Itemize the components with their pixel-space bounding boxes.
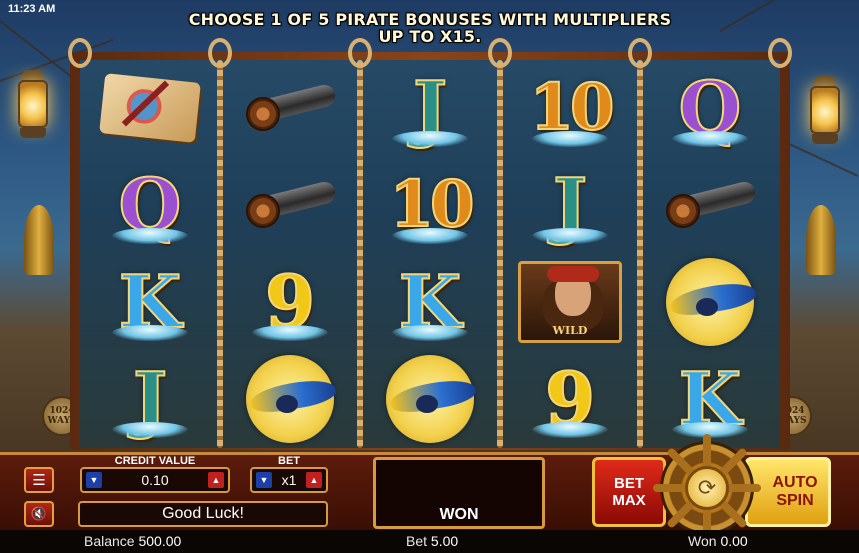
win-display: WON	[373, 457, 545, 529]
wave-splash	[252, 325, 328, 341]
spin-button[interactable]: ⟳	[653, 434, 761, 542]
symbol-k: K	[88, 257, 212, 347]
symbol-k: K	[648, 354, 772, 444]
rope-divider	[637, 60, 643, 448]
spin-arrows-icon: ⟳	[685, 466, 729, 510]
wild-pirate-symbol: WILD	[508, 257, 632, 347]
bet-multiplier-value: x1	[281, 472, 297, 488]
bet-max-button[interactable]: BET MAX	[592, 457, 666, 527]
rope-divider	[497, 60, 503, 448]
rope-divider	[217, 60, 223, 448]
game-stage: 11:23 AM CHOOSE 1 OF 5 PIRATE BONUSES WI…	[0, 0, 859, 553]
balance-readout: Balance 500.00	[84, 533, 181, 549]
reel-grid: Q K J 9 J 10 K 10 J WILD 9 Q K	[68, 38, 792, 448]
rope-knot	[628, 38, 652, 68]
wave-splash	[532, 422, 608, 438]
symbol-10: 10	[368, 160, 492, 250]
credit-value-label: CREDIT VALUE	[114, 455, 196, 467]
bet-readout: Bet 5.00	[406, 533, 458, 549]
wave-splash	[672, 131, 748, 147]
treasure-map-symbol	[88, 63, 212, 153]
won-readout: Won 0.00	[688, 533, 748, 549]
parrot-symbol	[368, 354, 492, 444]
rope-knot	[768, 38, 792, 68]
multiplier-increase-button[interactable]: ▲	[306, 472, 322, 488]
wave-splash	[112, 228, 188, 244]
lantern-left	[16, 70, 50, 140]
rope-knot	[488, 38, 512, 68]
symbol-q: Q	[88, 160, 212, 250]
credit-value: 0.10	[141, 472, 169, 488]
rigging-rope	[719, 0, 851, 32]
bet-multiplier-control: ▼ x1 ▲	[250, 467, 328, 493]
hamburger-icon: ☰	[32, 472, 46, 489]
control-bar: ☰ 🔇 CREDIT VALUE ▼ 0.10 ▲ BET MULTIPLIER…	[0, 434, 859, 542]
menu-button[interactable]: ☰	[24, 467, 54, 493]
wave-splash	[532, 228, 608, 244]
wave-splash	[112, 422, 188, 438]
symbol-j: J	[508, 160, 632, 250]
message-display: Good Luck!	[78, 501, 328, 527]
deck-post-left	[24, 205, 54, 275]
cannon-symbol	[228, 160, 352, 250]
win-label: WON	[439, 506, 479, 523]
auto-spin-button[interactable]: AUTO SPIN	[745, 457, 831, 527]
auto-spin-label: AUTO SPIN	[772, 474, 818, 509]
cannon-symbol	[228, 63, 352, 153]
balance-value: 500.00	[138, 533, 182, 549]
speaker-mute-icon: 🔇	[30, 506, 48, 521]
headline-line-1: CHOOSE 1 OF 5 PIRATE BONUSES WITH MULTIP…	[188, 10, 672, 29]
rope-divider	[357, 60, 363, 448]
rope-knot	[348, 38, 372, 68]
rope-knot	[208, 38, 232, 68]
rope-knot	[68, 38, 92, 68]
symbol-k: K	[368, 257, 492, 347]
wave-splash	[392, 131, 468, 147]
multiplier-decrease-button[interactable]: ▼	[256, 472, 272, 488]
deck-post-right	[806, 205, 836, 275]
parrot-symbol	[648, 257, 772, 347]
cannon-symbol	[648, 160, 772, 250]
credit-increase-button[interactable]: ▲	[208, 472, 224, 488]
won-label: Won	[688, 533, 717, 549]
symbol-9: 9	[508, 354, 632, 444]
symbol-j: J	[88, 354, 212, 444]
sound-toggle-button[interactable]: 🔇	[24, 501, 54, 527]
symbol-q: Q	[648, 63, 772, 153]
symbol-9: 9	[228, 257, 352, 347]
wild-label: WILD	[552, 324, 588, 337]
wave-splash	[392, 325, 468, 341]
wave-splash	[112, 325, 188, 341]
parrot-symbol	[228, 354, 352, 444]
lantern-right	[808, 76, 842, 146]
symbol-j: J	[368, 63, 492, 153]
bet-value: 5.00	[430, 533, 459, 549]
wave-splash	[532, 131, 608, 147]
won-value: 0.00	[720, 533, 748, 549]
symbol-10: 10	[508, 63, 632, 153]
bet-label: Bet	[406, 533, 428, 549]
wave-splash	[392, 228, 468, 244]
reel-frame: Q K J 9 J 10 K 10 J WILD 9 Q K	[68, 38, 792, 450]
bet-max-label: BET MAX	[612, 475, 646, 509]
footer-bar: Balance 500.00 Bet 5.00 Won 0.00	[0, 530, 859, 553]
balance-label: Balance	[84, 533, 135, 549]
credit-value-control: ▼ 0.10 ▲	[80, 467, 230, 493]
credit-decrease-button[interactable]: ▼	[86, 472, 102, 488]
status-time: 11:23 AM	[8, 3, 56, 15]
